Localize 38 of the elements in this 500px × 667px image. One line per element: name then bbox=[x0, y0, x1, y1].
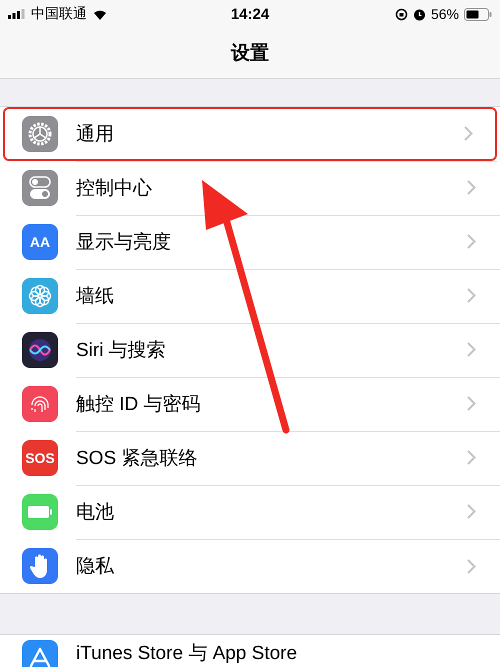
settings-row[interactable]: 墙纸 bbox=[0, 269, 500, 323]
alarm-icon bbox=[412, 8, 426, 20]
row-label: 显示与亮度 bbox=[76, 230, 171, 254]
settings-row[interactable]: iTunes Store 与 App Store bbox=[0, 635, 500, 667]
chevron-icon bbox=[467, 504, 476, 519]
row-label: 电池 bbox=[76, 500, 114, 524]
row-label: 墙纸 bbox=[76, 284, 114, 308]
chevron-icon bbox=[464, 126, 473, 141]
chevron-icon bbox=[467, 234, 476, 249]
row-label: iTunes Store 与 App Store bbox=[76, 642, 298, 666]
chevron-icon bbox=[467, 396, 476, 411]
row-label: 隐私 bbox=[76, 555, 114, 579]
page-title: 设置 bbox=[231, 42, 269, 66]
row-label: SOS 紧急联络 bbox=[76, 446, 198, 470]
settings-row[interactable]: Siri 与搜索 bbox=[0, 323, 500, 377]
settings-row[interactable]: 电池 bbox=[0, 485, 500, 539]
settings-row[interactable]: 通用 bbox=[3, 107, 497, 161]
row-label: Siri 与搜索 bbox=[76, 338, 166, 362]
chevron-icon bbox=[467, 450, 476, 465]
signal-icon bbox=[8, 9, 26, 19]
chevron-icon bbox=[467, 558, 476, 574]
status-time: 14:24 bbox=[230, 6, 270, 22]
settings-row[interactable]: SOS SOS 紧急联络 bbox=[0, 431, 500, 485]
app-icon: SOS bbox=[22, 440, 58, 476]
wifi-icon bbox=[92, 8, 108, 20]
rotation-lock-icon bbox=[394, 8, 408, 20]
row-label: 通用 bbox=[76, 122, 114, 146]
carrier-name: 中国联通 bbox=[31, 5, 87, 23]
settings-row[interactable]: 触控 ID 与密码 bbox=[0, 377, 500, 431]
battery-icon bbox=[464, 8, 492, 20]
battery-percent: 56% bbox=[430, 6, 459, 22]
settings-row[interactable]: 隐私 bbox=[0, 539, 500, 593]
app-icon: AA bbox=[22, 224, 58, 260]
chevron-icon bbox=[467, 342, 476, 357]
row-label: 触控 ID 与密码 bbox=[76, 392, 201, 416]
chevron-icon bbox=[467, 180, 476, 195]
row-label: 控制中心 bbox=[76, 176, 152, 200]
chevron-icon bbox=[467, 288, 476, 303]
